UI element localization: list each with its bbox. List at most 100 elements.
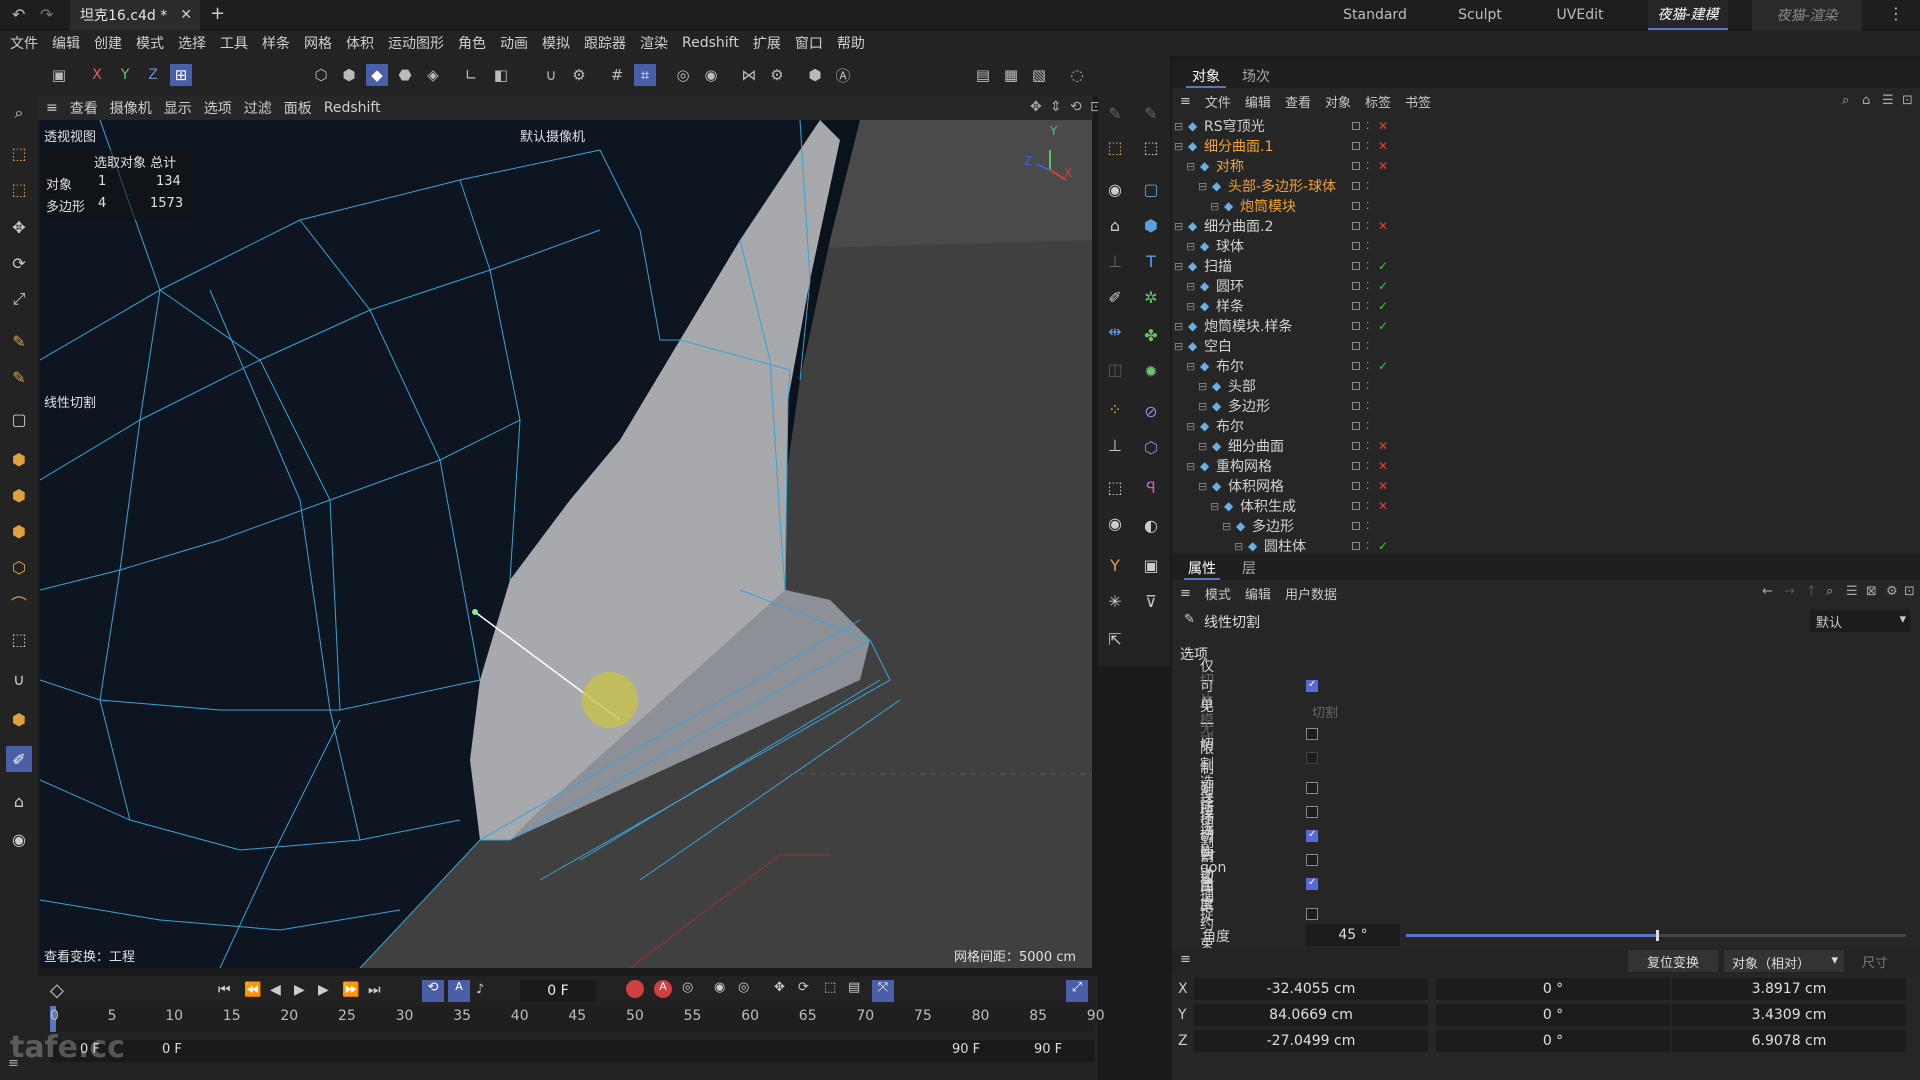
viewport-menu-item[interactable]: 摄像机 (110, 98, 152, 118)
visibility-dots-icon[interactable]: ⁚ (1366, 461, 1369, 472)
layer-swatch[interactable] (1352, 362, 1360, 370)
menu-item[interactable]: 运动图形 (388, 33, 444, 53)
render-view-icon[interactable]: ▤ (972, 64, 994, 86)
search-icon[interactable]: ⌕ (1826, 584, 1833, 599)
enabled-icon[interactable]: ✓ (1378, 259, 1388, 273)
next-key-icon[interactable]: ⏩ (342, 982, 359, 998)
coordinate-position-field[interactable]: -27.0499 cm (1194, 1030, 1428, 1052)
object-name[interactable]: 圆柱体 (1264, 536, 1306, 552)
go-to-start-icon[interactable]: ⏮ (218, 982, 231, 998)
object-name[interactable]: 细分曲面 (1228, 436, 1284, 456)
lock-x-button[interactable]: X (86, 64, 108, 86)
viewport-menu-item[interactable]: 面板 (284, 98, 312, 118)
object-name[interactable]: 空白 (1204, 336, 1232, 356)
brush-icon[interactable]: ✎ (6, 328, 32, 354)
om-menu-item[interactable]: 标签 (1365, 92, 1391, 111)
new-tab-icon[interactable]: + (210, 3, 225, 24)
disabled-icon[interactable]: ✕ (1378, 459, 1388, 473)
axis-mode-icon[interactable]: ∟ (460, 64, 482, 86)
menu-item[interactable]: 模式 (136, 33, 164, 53)
position-key-icon[interactable]: ◉ (714, 980, 725, 995)
expand-icon[interactable]: ⊟ (1234, 540, 1243, 553)
visibility-dots-icon[interactable]: ⁚ (1366, 141, 1369, 152)
cube-outline-icon[interactable]: ⬡ (6, 554, 32, 580)
tab-objects[interactable]: 对象 (1186, 66, 1226, 88)
expand-icon[interactable]: ⊟ (1186, 280, 1195, 293)
expand-icon[interactable]: ⊟ (1210, 200, 1219, 213)
visibility-dots-icon[interactable]: ⁚ (1366, 421, 1369, 432)
pen-icon[interactable]: ✎ (1102, 100, 1128, 126)
rotate-icon[interactable]: ⟳ (6, 250, 32, 276)
workplane-icon[interactable]: ⌗ (634, 64, 656, 86)
object-name[interactable]: 炮筒模块 (1240, 196, 1296, 216)
cube-icon[interactable]: ⬢ (6, 482, 32, 508)
texture-mode-icon[interactable]: ◧ (490, 64, 512, 86)
option-checkbox[interactable] (1306, 679, 1318, 692)
enabled-icon[interactable]: ✓ (1378, 279, 1388, 293)
brush-icon[interactable]: ✎ (1138, 100, 1164, 126)
disabled-icon[interactable]: ✕ (1378, 139, 1388, 153)
object-row[interactable]: ⊟ ◆ 细分曲面.2 ⁚ ✕ (1172, 216, 1920, 236)
filter-icon[interactable]: ☰ (1846, 584, 1858, 599)
coordinate-rotation-field[interactable]: 0 ° (1436, 1004, 1670, 1026)
option-checkbox[interactable] (1306, 829, 1318, 842)
object-row[interactable]: ⊟ ◆ 圆柱体 ⁚ ✓ (1172, 536, 1920, 552)
back-arrow-icon[interactable]: ← (1762, 584, 1773, 599)
visibility-dots-icon[interactable]: ⁚ (1366, 481, 1369, 492)
object-name[interactable]: 布尔 (1216, 356, 1244, 376)
prev-key-icon[interactable]: ⏪ (244, 982, 261, 998)
y-joint-icon[interactable]: Y (1102, 552, 1128, 578)
iron-icon[interactable]: ⌂ (1102, 212, 1128, 238)
effector-icon[interactable]: ✹ (1138, 358, 1164, 384)
bridge-icon[interactable]: ⌒ (6, 590, 32, 616)
align-icon[interactable]: ⊥ (1102, 432, 1128, 458)
menu-item[interactable]: 模拟 (542, 33, 570, 53)
layer-swatch[interactable] (1352, 382, 1360, 390)
layer-swatch[interactable] (1352, 462, 1360, 470)
coordinate-position-field[interactable]: -32.4055 cm (1194, 978, 1428, 1000)
option-checkbox[interactable] (1306, 728, 1318, 740)
undo-stack-icon[interactable]: ▣ (48, 64, 70, 86)
layer-swatch[interactable] (1352, 482, 1360, 490)
iron-icon[interactable]: ⌂ (6, 788, 32, 814)
menu-item[interactable]: 工具 (220, 33, 248, 53)
prev-frame-icon[interactable]: ◀ (270, 982, 281, 998)
layer-swatch[interactable] (1352, 542, 1360, 550)
sound-icon[interactable]: ♪ (476, 982, 484, 997)
frame-select-icon[interactable]: ⬚ (1102, 474, 1128, 500)
visibility-dots-icon[interactable]: ⁚ (1366, 241, 1369, 252)
layout-tab-modeling[interactable]: 夜猫-建模 (1648, 0, 1728, 30)
layer-swatch[interactable] (1352, 302, 1360, 310)
object-name[interactable]: 多边形 (1252, 516, 1294, 536)
visibility-dots-icon[interactable]: ⁚ (1366, 441, 1369, 452)
auto-tool-icon[interactable]: Ⓐ (832, 64, 854, 86)
object-row[interactable]: ⊟ ◆ 细分曲面 ⁚ ✕ (1172, 436, 1920, 456)
search-icon[interactable]: ⌕ (1842, 93, 1849, 108)
expand-icon[interactable]: ⊟ (1198, 380, 1207, 393)
snap-settings-icon[interactable]: ⚙ (568, 64, 590, 86)
split-icon[interactable]: ◫ (1102, 356, 1128, 382)
current-frame-field[interactable]: 0 F (520, 980, 596, 1002)
option-checkbox[interactable] (1306, 908, 1318, 920)
object-name[interactable]: 体积网格 (1228, 476, 1284, 496)
visibility-dots-icon[interactable]: ⁚ (1366, 381, 1369, 392)
layer-swatch[interactable] (1352, 262, 1360, 270)
layout-tab-sculpt[interactable]: Sculpt (1430, 0, 1530, 30)
object-row[interactable]: ⊟ ◆ 体积网格 ⁚ ✕ (1172, 476, 1920, 496)
object-row[interactable]: ⊟ ◆ 体积生成 ⁚ ✕ (1172, 496, 1920, 516)
expand-icon[interactable]: ⊟ (1174, 340, 1183, 353)
visibility-dots-icon[interactable]: ⁚ (1366, 181, 1369, 192)
expand-icon[interactable]: ⊟ (1186, 300, 1195, 313)
layer-swatch[interactable] (1352, 202, 1360, 210)
expand-icon[interactable]: ⊟ (1198, 400, 1207, 413)
preview-start[interactable]: 0 F (162, 1042, 182, 1057)
coordinate-mode-dropdown[interactable]: 对象（相对） ▾ (1724, 950, 1844, 972)
object-row[interactable]: ⊟ ◆ RS穹顶光 ⁚ ✕ (1172, 116, 1920, 136)
coordinate-size-field[interactable]: 6.9078 cm (1672, 1030, 1906, 1052)
expand-icon[interactable]: ⊟ (1198, 480, 1207, 493)
undo-icon[interactable]: ↶ (12, 5, 25, 24)
menu-item[interactable]: 窗口 (795, 33, 823, 53)
om-menu-item[interactable]: 对象 (1325, 92, 1351, 111)
render-picture-icon[interactable]: ▦ (1000, 64, 1022, 86)
viewport-menu-item[interactable]: 选项 (204, 98, 232, 118)
